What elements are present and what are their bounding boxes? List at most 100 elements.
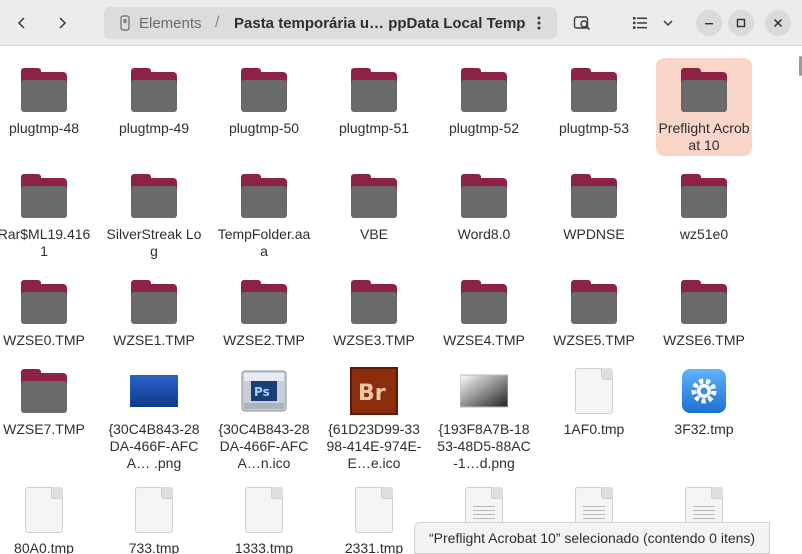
minimize-button[interactable] — [696, 10, 722, 36]
item-icon-wrapper — [680, 278, 728, 326]
item-label: WZSE4.TMP — [443, 332, 525, 348]
item-label: plugtmp-53 — [558, 120, 630, 136]
folder-icon — [571, 280, 617, 324]
breadcrumb-current[interactable]: Pasta temporária u… ppData Local Temp — [234, 15, 525, 32]
breadcrumb-separator: / — [215, 14, 220, 31]
item-icon-wrapper — [680, 172, 728, 220]
folder-item[interactable]: wz51e0 — [656, 164, 752, 243]
folder-item[interactable]: WZSE5.TMP — [546, 270, 642, 349]
item-icon-wrapper: Ps — [240, 367, 288, 415]
folder-icon — [681, 174, 727, 218]
folder-item[interactable]: TempFolder.aaa — [216, 164, 312, 260]
header-bar: Elements / Pasta temporária u… ppData Lo… — [0, 0, 802, 46]
file-item[interactable]: Ps {30C4B843-28DA-466F-AFCA…n.ico — [216, 359, 312, 472]
folder-item[interactable]: Rar$ML19.4161 — [0, 164, 92, 260]
item-icon-wrapper — [130, 172, 178, 220]
item-icon-wrapper — [240, 66, 288, 114]
search-button[interactable] — [566, 7, 598, 39]
folder-icon — [21, 280, 67, 324]
file-item[interactable]: Br {61D23D99-3398-414E-974E-E…e.ico — [326, 359, 422, 472]
gear-app-icon — [682, 369, 726, 413]
maximize-button[interactable] — [728, 10, 754, 36]
folder-item[interactable]: plugtmp-49 — [106, 58, 202, 137]
folder-icon — [131, 280, 177, 324]
folder-item[interactable]: WPDNSE — [546, 164, 642, 243]
file-item[interactable]: 3F32.tmp — [656, 359, 752, 438]
item-icon-wrapper: Br — [350, 367, 398, 415]
item-icon-wrapper — [680, 66, 728, 114]
folder-item[interactable]: plugtmp-53 — [546, 58, 642, 137]
item-label: plugtmp-48 — [8, 120, 80, 136]
folder-icon — [461, 68, 507, 112]
bridge-icon: Br — [350, 367, 398, 415]
folder-icon — [681, 68, 727, 112]
folder-item[interactable]: WZSE3.TMP — [326, 270, 422, 349]
item-label: WZSE0.TMP — [3, 332, 85, 348]
path-menu-button[interactable] — [525, 9, 553, 37]
folder-icon — [241, 68, 287, 112]
item-icon-wrapper — [350, 172, 398, 220]
item-icon-wrapper — [570, 367, 618, 415]
chevron-down-icon — [663, 20, 673, 27]
folder-item[interactable]: WZSE4.TMP — [436, 270, 532, 349]
item-icon-wrapper — [20, 172, 68, 220]
file-item[interactable]: 80A0.tmp — [0, 478, 92, 554]
folder-item[interactable]: plugtmp-50 — [216, 58, 312, 137]
item-icon-wrapper — [20, 367, 68, 415]
item-label: WZSE5.TMP — [553, 332, 635, 348]
path-bar[interactable]: Elements / Pasta temporária u… ppData Lo… — [104, 7, 557, 39]
folder-icon — [571, 174, 617, 218]
document-icon — [135, 487, 173, 533]
folder-item[interactable]: WZSE6.TMP — [656, 270, 752, 349]
file-item[interactable]: {30C4B843-28DA-466F-AFCA… .png — [106, 359, 202, 472]
item-icon-wrapper — [680, 367, 728, 415]
item-icon-wrapper — [570, 66, 618, 114]
item-icon-wrapper — [350, 66, 398, 114]
item-label: Rar$ML19.4161 — [0, 226, 91, 259]
forward-button[interactable] — [46, 7, 78, 39]
folder-item[interactable]: Preflight Acrobat 10 — [656, 58, 752, 156]
file-item[interactable]: 1AF0.tmp — [546, 359, 642, 438]
folder-item[interactable]: plugtmp-51 — [326, 58, 422, 137]
folder-item[interactable]: WZSE1.TMP — [106, 270, 202, 349]
file-item[interactable]: 733.tmp — [106, 478, 202, 554]
file-item[interactable]: 2331.tmp — [326, 478, 422, 554]
item-label: TempFolder.aaa — [217, 226, 311, 259]
folder-item[interactable]: SilverStreak Log — [106, 164, 202, 260]
photoshop-installer-icon: Ps — [241, 370, 287, 412]
blue-image-icon — [130, 375, 178, 407]
file-item[interactable]: 1333.tmp — [216, 478, 312, 554]
svg-text:Br: Br — [358, 381, 386, 406]
breadcrumb-root[interactable]: Elements — [139, 15, 202, 32]
back-button[interactable] — [6, 7, 38, 39]
item-icon-wrapper — [20, 66, 68, 114]
usb-drive-icon — [120, 15, 130, 31]
item-icon-wrapper — [570, 278, 618, 326]
chevron-left-icon — [17, 17, 25, 29]
folder-item[interactable]: WZSE7.TMP — [0, 359, 92, 438]
close-button[interactable] — [765, 10, 791, 36]
item-icon-wrapper — [130, 486, 178, 534]
chevron-right-icon — [59, 17, 67, 29]
folder-item[interactable]: WZSE0.TMP — [0, 270, 92, 349]
folder-item[interactable]: Word8.0 — [436, 164, 532, 243]
maximize-icon — [736, 18, 746, 28]
item-icon-wrapper — [240, 172, 288, 220]
close-icon — [773, 18, 783, 28]
folder-icon — [21, 68, 67, 112]
folder-item[interactable]: VBE — [326, 164, 422, 243]
view-toggle-button[interactable] — [624, 7, 656, 39]
folder-item[interactable]: WZSE2.TMP — [216, 270, 312, 349]
vertical-dots-icon — [537, 16, 541, 30]
folder-icon — [461, 280, 507, 324]
view-options-button[interactable] — [654, 7, 682, 39]
folder-item[interactable]: plugtmp-52 — [436, 58, 532, 137]
file-item[interactable]: {193F8A7B-1853-48D5-88AC-1…d.png — [436, 359, 532, 472]
item-icon-wrapper — [460, 367, 508, 415]
item-label: WZSE7.TMP — [3, 421, 85, 437]
folder-item[interactable]: plugtmp-48 — [0, 58, 92, 137]
item-icon-wrapper — [130, 278, 178, 326]
folder-icon — [241, 280, 287, 324]
item-icon-wrapper — [350, 278, 398, 326]
item-label: {61D23D99-3398-414E-974E-E…e.ico — [326, 421, 422, 471]
